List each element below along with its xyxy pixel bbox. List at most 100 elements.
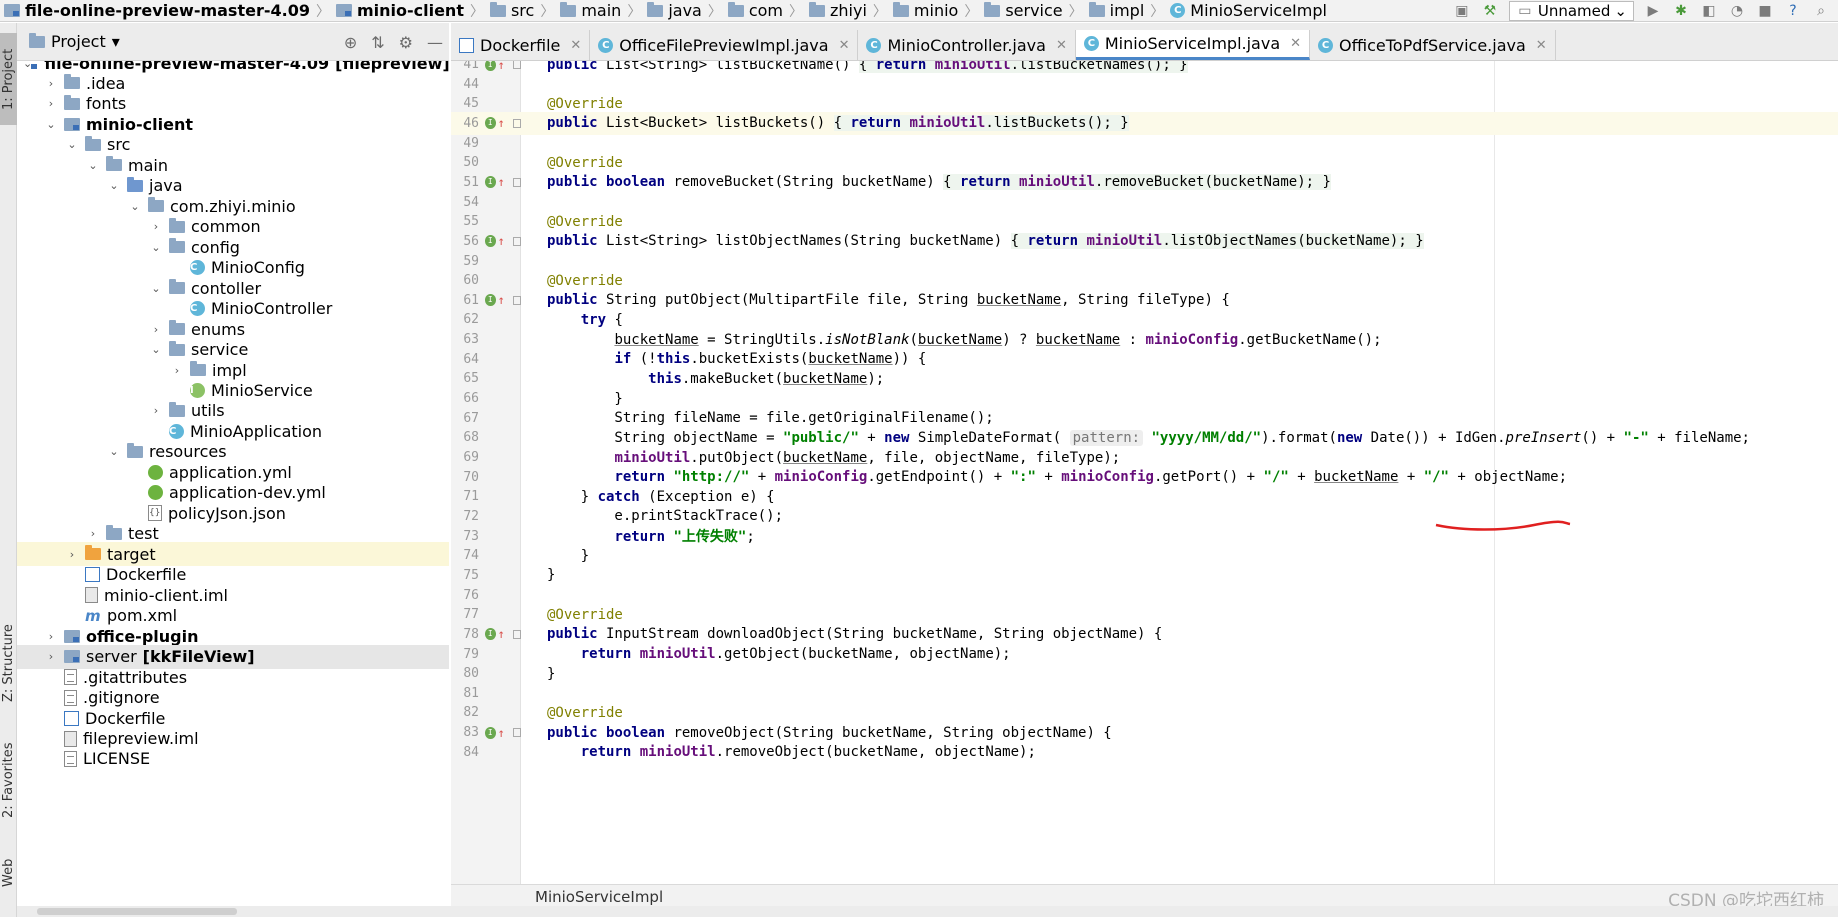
collapse-arrow-icon[interactable]: › (65, 548, 79, 561)
breadcrumb-item[interactable]: file-online-preview-master-4.09 (0, 0, 314, 22)
collapse-arrow-icon[interactable]: › (170, 364, 184, 377)
line-number: 83 (463, 725, 479, 741)
tree-item-label: MinioApplication (190, 421, 323, 441)
breadcrumb-item[interactable]: java (643, 0, 706, 22)
implements-method-icon[interactable]: I (485, 294, 496, 307)
close-tab-icon[interactable]: ✕ (1056, 38, 1067, 53)
implements-method-icon[interactable]: I (485, 61, 496, 71)
folder-icon (127, 442, 143, 458)
code-line[interactable]: 84 return minioUtil.removeObject(bucketN… (451, 741, 1838, 764)
breadcrumb-item[interactable]: impl (1085, 0, 1149, 22)
editor-tab[interactable]: C MinioServiceImpl.java ✕ (1075, 30, 1311, 60)
tree-item-label: application-dev.yml (169, 483, 326, 503)
implements-method-icon[interactable]: I (485, 235, 496, 248)
go-to-interface-icon[interactable]: ↑ (498, 234, 505, 248)
go-to-interface-icon[interactable]: ↑ (498, 293, 505, 307)
collapse-arrow-icon[interactable]: › (44, 650, 58, 663)
go-to-interface-icon[interactable]: ↑ (498, 627, 505, 641)
breadcrumb-item[interactable]: minio (889, 0, 962, 22)
layout-icon[interactable]: ▣ (1453, 2, 1471, 20)
go-to-interface-icon[interactable]: ↑ (498, 61, 505, 72)
run-configuration-select[interactable]: ▭ Unnamed ⌄ (1508, 1, 1634, 21)
help-icon[interactable]: ? (1784, 2, 1802, 20)
fold-marker-icon[interactable] (512, 629, 521, 639)
collapse-arrow-icon[interactable]: › (149, 323, 163, 336)
tab-favorites[interactable]: 2: Favorites (0, 728, 17, 833)
fold-marker-icon[interactable] (512, 177, 521, 187)
breadcrumb-label: zhiyi (830, 1, 867, 20)
implements-method-icon[interactable]: I (485, 176, 496, 189)
fold-marker-icon[interactable] (512, 236, 521, 246)
expand-arrow-icon[interactable]: ⌄ (86, 159, 100, 172)
stop-icon[interactable]: ■ (1756, 2, 1774, 20)
coverage-icon[interactable]: ◧ (1700, 2, 1718, 20)
expand-arrow-icon[interactable]: ⌄ (65, 138, 79, 151)
expand-arrow-icon[interactable]: ⌄ (128, 200, 142, 213)
hide-icon[interactable]: — (427, 33, 443, 52)
implements-method-icon[interactable]: I (485, 628, 496, 641)
tree-item[interactable]: LICENSE (17, 747, 449, 771)
close-tab-icon[interactable]: ✕ (1536, 38, 1547, 53)
module-icon (64, 629, 80, 643)
go-to-interface-icon[interactable]: ↑ (498, 175, 505, 189)
project-view-select[interactable]: Project ▾ (29, 32, 120, 51)
implements-method-icon[interactable]: I (485, 726, 496, 739)
go-to-interface-icon[interactable]: ↑ (498, 726, 505, 740)
tab-structure[interactable]: Z: Structure (0, 608, 17, 718)
tab-project[interactable]: 1: Project (0, 33, 17, 125)
expand-arrow-icon[interactable]: ⌄ (107, 445, 121, 458)
breadcrumb-item[interactable]: zhiyi (805, 0, 871, 22)
fold-marker-icon[interactable] (512, 728, 521, 738)
expand-arrow-icon[interactable]: ⌄ (149, 343, 163, 356)
horizontal-scroll-thumb[interactable] (37, 908, 237, 915)
breadcrumb-item[interactable]: C MinioServiceImpl (1166, 0, 1331, 22)
code-text: public List<String> listObjectNames(Stri… (547, 233, 1424, 250)
code-editor[interactable]: 41 I ↑ public List<String> listBucketName()… (451, 61, 1838, 884)
breadcrumb-item[interactable]: service (980, 0, 1066, 22)
fold-marker-icon[interactable] (512, 295, 521, 305)
collapse-arrow-icon[interactable]: › (149, 220, 163, 233)
breadcrumb-item[interactable]: src (486, 0, 538, 22)
breadcrumb-item[interactable]: com (724, 0, 787, 22)
tree-item-label: server (86, 647, 137, 667)
collapse-arrow-icon[interactable]: › (44, 630, 58, 643)
collapse-arrow-icon[interactable]: › (149, 404, 163, 417)
debug-icon[interactable]: ✱ (1672, 2, 1690, 20)
close-tab-icon[interactable]: ✕ (1290, 36, 1301, 51)
build-hammer-icon[interactable]: ⚒ (1481, 2, 1499, 20)
gear-icon[interactable]: ⚙ (399, 33, 413, 52)
breadcrumb-item[interactable]: minio-client (332, 0, 468, 22)
tab-web[interactable]: Web (0, 843, 17, 903)
collapse-arrow-icon[interactable]: › (44, 97, 58, 110)
editor-tab[interactable]: C OfficeToPdfService.java ✕ (1310, 30, 1556, 60)
fold-marker-icon[interactable] (512, 118, 521, 128)
expand-arrow-icon[interactable]: ⌄ (149, 241, 163, 254)
horizontal-scrollbar[interactable] (17, 906, 1838, 917)
expand-arrow-icon[interactable]: ⌄ (44, 118, 58, 131)
fold-marker-icon[interactable] (512, 61, 521, 69)
search-icon[interactable]: ⌕ (1812, 2, 1830, 20)
breadcrumb-item[interactable]: main (556, 0, 625, 22)
profile-icon[interactable]: ◔ (1728, 2, 1746, 20)
collapse-all-icon[interactable]: ⇅ (371, 33, 384, 52)
tree-item-label: test (128, 524, 159, 544)
expand-arrow-icon[interactable]: ⌄ (107, 179, 121, 192)
locate-icon[interactable]: ⊕ (344, 33, 357, 52)
tree-item-label: common (191, 217, 261, 237)
collapse-arrow-icon[interactable]: › (44, 77, 58, 90)
breadcrumb-separator: 〉 (872, 3, 887, 20)
go-to-interface-icon[interactable]: ↑ (498, 116, 505, 130)
close-tab-icon[interactable]: ✕ (570, 38, 581, 53)
editor-tab[interactable]: C OfficeFilePreviewImpl.java ✕ (590, 30, 859, 60)
editor-tab[interactable]: Dockerfile ✕ (451, 30, 591, 60)
line-number: 78 (463, 626, 479, 642)
close-tab-icon[interactable]: ✕ (839, 38, 850, 53)
collapse-arrow-icon[interactable]: › (86, 527, 100, 540)
editor-breadcrumb-item[interactable]: MinioServiceImpl (535, 888, 663, 906)
line-number: 50 (463, 155, 479, 171)
implements-method-icon[interactable]: I (485, 117, 496, 130)
editor-tab[interactable]: C MinioController.java ✕ (858, 30, 1076, 60)
module-icon (4, 4, 20, 17)
expand-arrow-icon[interactable]: ⌄ (149, 282, 163, 295)
run-icon[interactable]: ▶ (1644, 2, 1662, 20)
